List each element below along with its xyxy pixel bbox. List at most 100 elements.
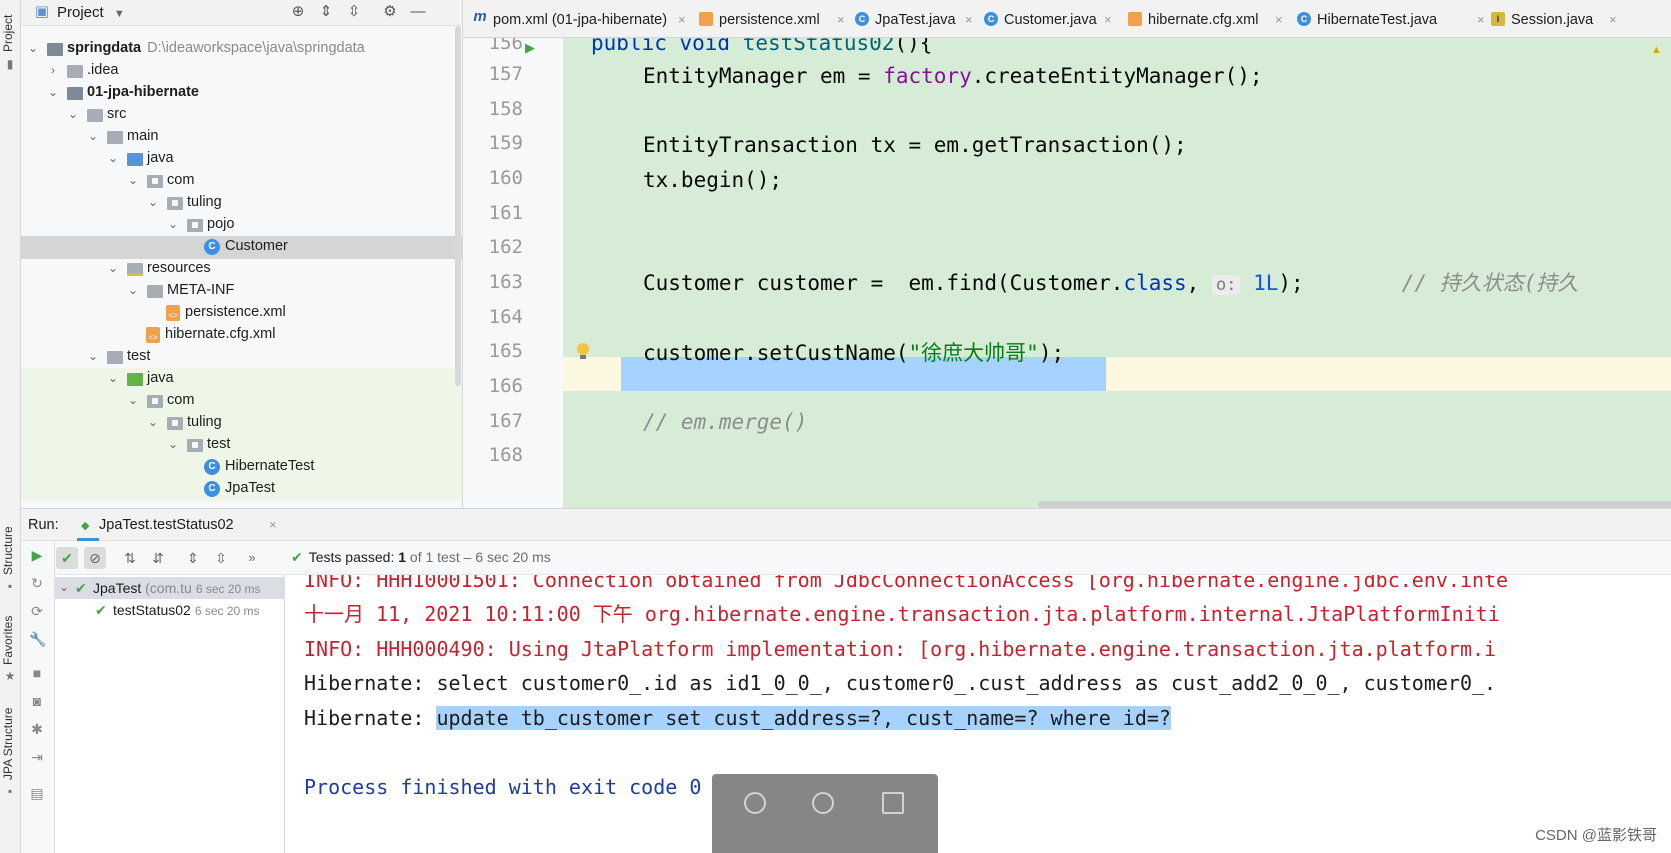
bug-icon[interactable]: ✱ bbox=[29, 721, 45, 737]
chevron-right-icon[interactable]: › bbox=[47, 63, 59, 77]
sort-duration-icon[interactable]: ⇵ bbox=[147, 547, 169, 569]
toggle-auto-test-icon[interactable]: ⟳ bbox=[29, 603, 45, 619]
folder-icon[interactable]: ▮ bbox=[4, 58, 16, 70]
maven-icon: m bbox=[473, 8, 487, 25]
project-view-selector[interactable]: Project ▼ bbox=[57, 4, 125, 21]
tree-item-tuling[interactable]: ⌄ tuling bbox=[21, 192, 462, 215]
test-folder-icon bbox=[127, 373, 143, 386]
chevron-down-icon[interactable]: ⌄ bbox=[59, 580, 69, 594]
gear-icon[interactable]: ⚙ bbox=[381, 3, 399, 21]
code-area[interactable]: public void testStatus02(){ EntityManage… bbox=[563, 38, 1671, 508]
tree-item-src[interactable]: ⌄ src bbox=[21, 104, 462, 127]
close-icon[interactable]: × bbox=[837, 12, 845, 27]
chevron-down-icon[interactable]: ⌄ bbox=[167, 437, 179, 451]
test-row-jpatest[interactable]: ⌄ ✔ JpaTest (com.tu 6 sec 20 ms bbox=[55, 577, 285, 599]
more-icon[interactable]: » bbox=[241, 547, 263, 569]
stop-icon[interactable]: ■ bbox=[29, 665, 45, 681]
line-number: 156 bbox=[488, 38, 523, 54]
chevron-down-icon[interactable]: ⌄ bbox=[107, 371, 119, 385]
chevron-down-icon[interactable]: ⌄ bbox=[127, 173, 139, 187]
chevron-down-icon[interactable]: ⌄ bbox=[107, 151, 119, 165]
chevron-down-icon[interactable]: ⌄ bbox=[127, 393, 139, 407]
test-row-teststatus02[interactable]: ✔ testStatus02 6 sec 20 ms bbox=[55, 599, 285, 621]
chevron-down-icon[interactable]: ⌄ bbox=[167, 217, 179, 231]
sort-alpha-icon[interactable]: ⇅ bbox=[119, 547, 141, 569]
console-output[interactable]: INFO: HHH10001501: Connection obtained f… bbox=[285, 575, 1671, 853]
project-tool-tab[interactable]: Project bbox=[1, 15, 15, 52]
editor-gutter[interactable]: 156 157 158 159 160 161 162 163 164 165 … bbox=[463, 38, 563, 508]
tree-item-com[interactable]: ⌄ com bbox=[21, 170, 462, 193]
video-overlay-bar[interactable] bbox=[712, 774, 938, 853]
tree-item-main-java[interactable]: ⌄ java bbox=[21, 148, 462, 171]
chevron-down-icon[interactable]: ⌄ bbox=[47, 85, 59, 99]
expand-all-icon[interactable]: ⇕ bbox=[317, 3, 335, 21]
collapse-all-icon[interactable]: ⇳ bbox=[345, 3, 363, 21]
show-ignored-icon[interactable]: ⊘ bbox=[84, 547, 106, 569]
code-editor[interactable]: 156 157 158 159 160 161 162 163 164 165 … bbox=[463, 38, 1671, 508]
tree-item-customer[interactable]: C Customer bbox=[21, 236, 462, 259]
tree-item-pojo[interactable]: ⌄ pojo bbox=[21, 214, 462, 237]
tree-item-test-java[interactable]: ⌄ java bbox=[21, 368, 462, 391]
rerun-icon[interactable]: ▶ bbox=[29, 547, 45, 563]
tree-item-main[interactable]: ⌄ main bbox=[21, 126, 462, 149]
tree-item-test[interactable]: ⌄ test bbox=[21, 346, 462, 369]
tree-item-persistence-xml[interactable]: <> persistence.xml bbox=[21, 302, 462, 325]
jpa-structure-tool-tab[interactable]: JPA Structure bbox=[1, 708, 15, 780]
editor-horizontal-scrollbar[interactable] bbox=[1038, 501, 1671, 508]
wrench-icon[interactable]: 🔧 bbox=[29, 631, 46, 647]
tree-item-test-com[interactable]: ⌄ com bbox=[21, 390, 462, 413]
code-line-159: EntityTransaction tx = em.getTransaction… bbox=[643, 133, 1187, 157]
chevron-down-icon[interactable]: ⌄ bbox=[147, 195, 159, 209]
close-icon[interactable]: × bbox=[1275, 12, 1283, 27]
tree-item-idea[interactable]: › .idea bbox=[21, 60, 462, 83]
chevron-down-icon[interactable]: ⌄ bbox=[67, 107, 79, 121]
zoom-out-icon[interactable] bbox=[812, 792, 834, 814]
tree-item-meta-inf[interactable]: ⌄ META-INF bbox=[21, 280, 462, 303]
chevron-down-icon[interactable]: ⌄ bbox=[27, 41, 39, 55]
fullscreen-icon[interactable] bbox=[882, 792, 904, 814]
structure-tool-tab[interactable]: Structure bbox=[1, 526, 15, 575]
tree-item-hibernate-cfg[interactable]: <> hibernate.cfg.xml bbox=[21, 324, 462, 347]
zoom-in-icon[interactable] bbox=[744, 792, 766, 814]
chevron-down-icon[interactable]: ⌄ bbox=[147, 415, 159, 429]
chevron-down-icon[interactable]: ⌄ bbox=[107, 261, 119, 275]
tree-item-jpatest[interactable]: C JpaTest bbox=[21, 478, 462, 501]
tree-item-springdata[interactable]: ⌄ springdata D:\ideaworkspace\java\spring… bbox=[21, 38, 462, 61]
run-test-gutter-icon[interactable]: ▶ bbox=[525, 40, 539, 55]
collapse-all-icon[interactable]: ⇳ bbox=[210, 547, 232, 569]
tree-item-label: springdata D:\ideaworkspace\java\springda… bbox=[67, 40, 365, 56]
minimize-icon[interactable]: — bbox=[409, 3, 427, 21]
tree-item-resources[interactable]: ⌄ resources bbox=[21, 258, 462, 281]
tree-item-label: pojo bbox=[207, 216, 235, 232]
chevron-down-icon[interactable]: ⌄ bbox=[127, 283, 139, 297]
line-number: 158 bbox=[488, 98, 523, 120]
locate-icon[interactable]: ⊕ bbox=[289, 3, 307, 21]
camera-icon[interactable]: ◙ bbox=[29, 693, 45, 709]
package-icon bbox=[147, 175, 163, 188]
close-icon[interactable]: × bbox=[1104, 12, 1112, 27]
run-config-tab[interactable]: ◆ JpaTest.testStatus02 × bbox=[77, 509, 277, 541]
tree-item-module[interactable]: ⌄ 01-jpa-hibernate bbox=[21, 82, 462, 105]
expand-all-icon[interactable]: ⇕ bbox=[182, 547, 204, 569]
layout-icon[interactable]: ▤ bbox=[29, 785, 45, 801]
chevron-down-icon[interactable]: ⌄ bbox=[87, 129, 99, 143]
rerun-failed-icon[interactable]: ↻ bbox=[29, 575, 45, 591]
chevron-down-icon[interactable]: ⌄ bbox=[87, 349, 99, 363]
tree-item-hibernatetest[interactable]: C HibernateTest bbox=[21, 456, 462, 479]
warning-icon[interactable]: ▲ bbox=[1651, 44, 1662, 56]
line-number: 168 bbox=[488, 444, 523, 466]
close-icon[interactable]: × bbox=[1477, 12, 1485, 27]
tree-item-test-tuling[interactable]: ⌄ tuling bbox=[21, 412, 462, 435]
lightbulb-icon[interactable] bbox=[575, 343, 589, 361]
tree-scrollbar[interactable] bbox=[455, 26, 461, 386]
favorites-tool-tab[interactable]: Favorites bbox=[1, 616, 15, 665]
chevron-down-icon[interactable]: ▼ bbox=[114, 8, 125, 20]
tree-item-test-pkg[interactable]: ⌄ test bbox=[21, 434, 462, 457]
close-icon[interactable]: × bbox=[269, 517, 277, 532]
show-passed-icon[interactable]: ✔ bbox=[56, 547, 78, 569]
import-icon[interactable]: ⇥ bbox=[29, 749, 45, 765]
close-icon[interactable]: × bbox=[965, 12, 973, 27]
close-icon[interactable]: × bbox=[678, 12, 686, 27]
close-icon[interactable]: × bbox=[1609, 12, 1617, 27]
run-config-icon: ◆ bbox=[81, 520, 90, 532]
